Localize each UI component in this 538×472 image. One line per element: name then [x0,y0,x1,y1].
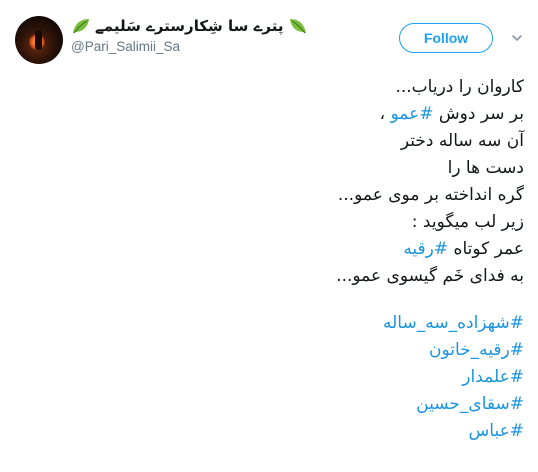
hashtag-link[interactable]: #علمدار [24,364,524,391]
hashtag-link[interactable]: #سقای_حسین [24,391,524,418]
tweet-line: آن سه ساله دختر [400,131,524,151]
user-handle[interactable]: @Pari_Salimii_Sa [71,39,321,54]
tweet-line: کاروان را دریاب... [395,77,524,97]
hashtag-link[interactable]: #رقیه [403,239,448,259]
text-segment: عمر کوتاه [448,239,524,259]
hashtag-link[interactable]: #رقیه_خاتون [24,337,524,364]
tweet-line: به فدای خَم گیسوی عمو... [336,266,524,286]
tweet-line: عمر کوتاه #رقیه [24,236,524,263]
chevron-down-icon[interactable] [511,33,523,43]
avatar-figure [35,30,42,50]
hashtag-link[interactable]: #عباس [24,418,524,445]
display-name: پترے سا شِکارسترے سَلیمے [95,17,284,35]
text-segment: بر سر دوش [433,104,524,124]
text-segment: ، [379,104,391,124]
hashtag-link[interactable]: #عمو [391,104,434,124]
follow-button[interactable]: Follow [399,23,493,53]
avatar[interactable] [15,16,63,64]
tweet-text: کاروان را دریاب... بر سر دوش #عمو ، آن س… [24,74,524,445]
tweet-card: پترے سا شِکارسترے سَلیمے @Pari_Salimii_S… [0,0,538,472]
display-name-row[interactable]: پترے سا شِکارسترے سَلیمے [71,14,321,38]
tweet-line: بر سر دوش #عمو ، [24,101,524,128]
user-block: پترے سا شِکارسترے سَلیمے @Pari_Salimii_S… [71,14,321,54]
tweet-line: دست ها را [447,158,524,178]
hashtag-link[interactable]: #شهزاده_سه_ساله [24,310,524,337]
leaf-icon [73,19,89,34]
tweet-line: زیر لب میگوید : [411,212,524,232]
tweet-line: گره انداخته بر موی عمو... [337,185,524,205]
leaf-icon [289,19,306,34]
